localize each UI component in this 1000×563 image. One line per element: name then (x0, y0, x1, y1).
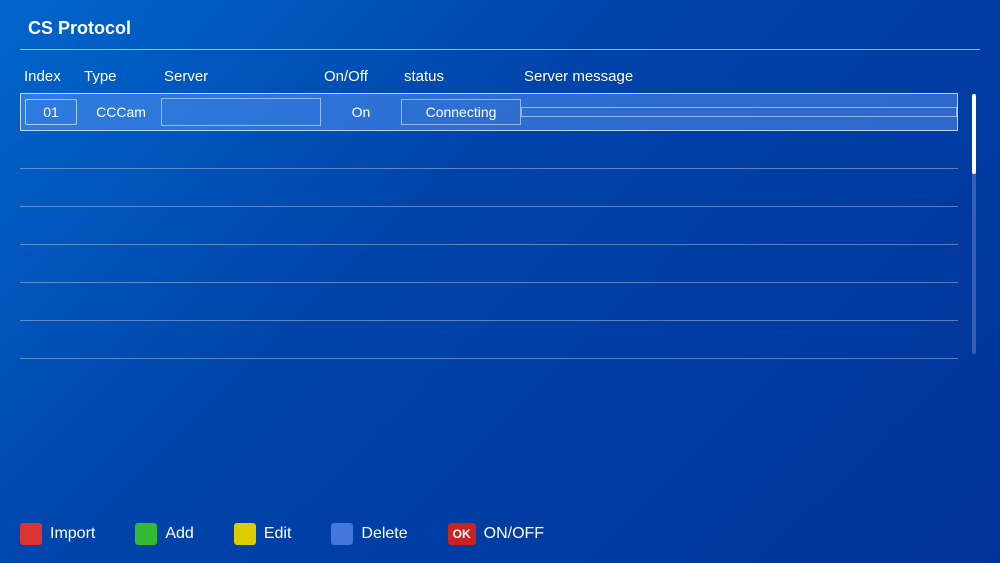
edit-label: Edit (264, 525, 292, 543)
footer-item-add[interactable]: Add (135, 523, 193, 545)
table-row-empty-5 (20, 245, 958, 283)
footer-item-onoff[interactable]: OK ON/OFF (448, 523, 544, 545)
cell-index-1: 01 (25, 99, 77, 125)
table-row-empty-7 (20, 321, 958, 359)
main-container: CS Protocol Index Type Server On/Off sta… (0, 0, 1000, 563)
scrollbar-track[interactable] (972, 94, 976, 354)
green-button-icon (135, 523, 157, 545)
scrollbar-area (968, 64, 980, 503)
table-row[interactable]: 01 CCCam On Connecting (20, 93, 958, 131)
col-header-onoff: On/Off (320, 68, 400, 85)
page-title: CS Protocol (28, 18, 131, 39)
col-header-status: status (400, 68, 520, 85)
col-header-server: Server (160, 68, 320, 85)
content-area: Index Type Server On/Off status Server m… (20, 64, 980, 503)
table-row-empty-4 (20, 207, 958, 245)
import-label: Import (50, 525, 95, 543)
add-label: Add (165, 525, 193, 543)
delete-label: Delete (361, 525, 407, 543)
table-row-empty-6 (20, 283, 958, 321)
cell-message-1 (521, 107, 957, 117)
table-section: Index Type Server On/Off status Server m… (20, 64, 958, 503)
cell-status-1: Connecting (401, 99, 521, 125)
cell-onoff-1: On (321, 100, 401, 124)
cell-server-1 (161, 98, 321, 126)
blue-button-icon (331, 523, 353, 545)
scrollbar-thumb (972, 94, 976, 174)
col-header-message: Server message (520, 68, 958, 85)
yellow-button-icon (234, 523, 256, 545)
col-header-index: Index (20, 68, 80, 85)
cell-type-1: CCCam (81, 100, 161, 124)
table-body: 01 CCCam On Connecting (20, 93, 958, 503)
table-header: Index Type Server On/Off status Server m… (20, 64, 958, 93)
table-row-empty-3 (20, 169, 958, 207)
red-button-icon (20, 523, 42, 545)
footer-item-edit[interactable]: Edit (234, 523, 292, 545)
title-bar: CS Protocol (20, 18, 980, 50)
footer: Import Add Edit Delete OK ON/OFF (20, 503, 980, 545)
table-row-empty-2 (20, 131, 958, 169)
onoff-label: ON/OFF (484, 525, 544, 543)
footer-item-delete[interactable]: Delete (331, 523, 407, 545)
footer-item-import[interactable]: Import (20, 523, 95, 545)
col-header-type: Type (80, 68, 160, 85)
ok-button-icon: OK (448, 523, 476, 545)
